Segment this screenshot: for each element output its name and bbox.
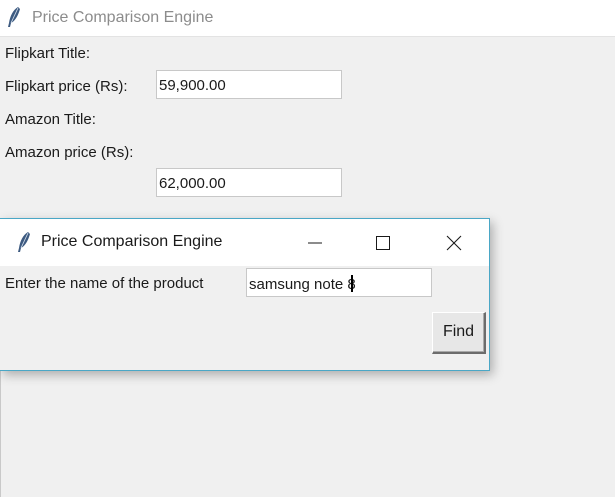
- product-name-value: samsung note 8: [249, 276, 356, 293]
- amazon-price-label: Amazon price (Rs):: [5, 144, 134, 161]
- text-cursor: [350, 275, 353, 292]
- flipkart-title-label: Flipkart Title:: [5, 45, 91, 62]
- product-name-input[interactable]: samsung note 8: [246, 268, 432, 297]
- close-icon: [446, 235, 462, 251]
- minimize-icon: [308, 242, 322, 244]
- feather-icon: [8, 7, 20, 27]
- product-name-label: Enter the name of the product: [5, 275, 204, 292]
- find-button[interactable]: Find: [432, 312, 486, 354]
- maximize-icon: [376, 236, 390, 250]
- search-dialog: Price Comparison Engine Enter the name o…: [0, 218, 490, 371]
- flipkart-price-field[interactable]: 59,900.00: [156, 70, 342, 99]
- amazon-price-field[interactable]: 62,000.00: [156, 168, 342, 197]
- close-button[interactable]: [431, 219, 477, 266]
- maximize-button[interactable]: [360, 219, 406, 266]
- main-window-title: Price Comparison Engine: [32, 9, 214, 26]
- minimize-button[interactable]: [292, 219, 338, 266]
- main-titlebar[interactable]: Price Comparison Engine: [0, 0, 615, 37]
- flipkart-price-label: Flipkart price (Rs):: [5, 78, 128, 95]
- dialog-titlebar[interactable]: Price Comparison Engine: [0, 219, 489, 266]
- dialog-title: Price Comparison Engine: [41, 233, 223, 250]
- amazon-title-label: Amazon Title:: [5, 111, 96, 128]
- window-border: [0, 370, 1, 497]
- feather-icon: [18, 232, 30, 252]
